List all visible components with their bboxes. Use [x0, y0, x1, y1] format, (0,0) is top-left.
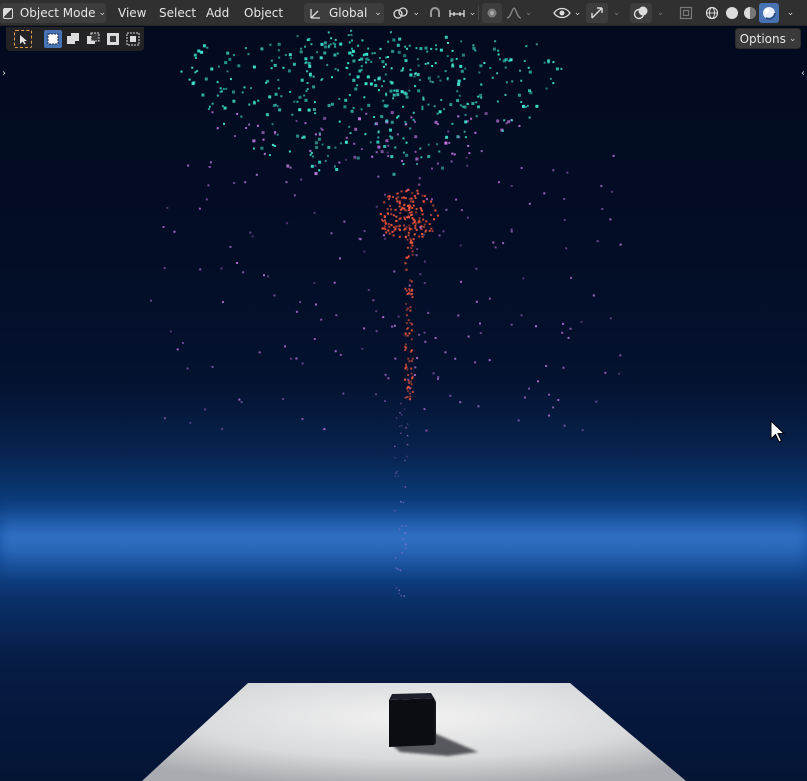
- chevron-down-icon: ⌄: [656, 8, 665, 18]
- xray-icon: [679, 6, 693, 20]
- pivot-point-button[interactable]: ⌄: [392, 3, 420, 23]
- visibility-eye-icon: [552, 7, 571, 19]
- chevron-down-icon: ⌄: [468, 8, 477, 18]
- wireframe-shading-button[interactable]: [702, 3, 722, 23]
- chevron-down-icon: ⌄: [786, 8, 795, 18]
- visibility-dropdown[interactable]: ⌄: [551, 3, 583, 23]
- gizmo-toggle[interactable]: [586, 3, 608, 23]
- launcher-cube: [389, 693, 436, 747]
- select-extend-icon: [67, 33, 79, 44]
- shading-dropdown[interactable]: ⌄: [781, 3, 797, 23]
- viewport-header: Object Mode ⌄ View Select Add Object Glo…: [0, 0, 807, 26]
- scene-render: [0, 29, 807, 781]
- select-mode-intersect-button[interactable]: [124, 30, 142, 48]
- orientation-label: Global: [329, 6, 368, 20]
- menu-view[interactable]: View: [112, 3, 152, 23]
- chevron-down-icon: ⌄: [573, 8, 582, 18]
- select-box-tool-button[interactable]: [14, 30, 32, 48]
- rendered-shading-button[interactable]: [759, 3, 779, 23]
- chevron-down-icon: ⌄: [98, 8, 106, 18]
- 3d-viewport-icon: [3, 7, 13, 19]
- options-label: Options: [739, 31, 786, 46]
- falloff-dropdown[interactable]: ⌄: [504, 3, 534, 23]
- solid-shading-button[interactable]: [722, 3, 742, 23]
- wireframe-shading-icon: [705, 6, 719, 20]
- overlays-icon: [633, 6, 648, 20]
- overlays-dropdown[interactable]: ⌄: [652, 3, 666, 23]
- 3d-viewport[interactable]: Object Mode ⌄ View Select Add Object Glo…: [0, 0, 807, 781]
- select-mode-subtract-button[interactable]: [84, 30, 102, 48]
- select-cursor-icon: [20, 35, 27, 45]
- mouse-pointer-icon: [770, 420, 786, 443]
- menu-add[interactable]: Add: [200, 3, 235, 23]
- gizmo-dropdown[interactable]: ⌄: [608, 3, 622, 23]
- proportional-editing-icon: [487, 8, 497, 18]
- select-new-icon: [47, 33, 59, 45]
- gizmo-icon: [591, 7, 603, 19]
- chevron-down-icon: ⌄: [788, 33, 797, 44]
- falloff-icon: [506, 7, 521, 19]
- overlays-toggle[interactable]: [630, 3, 652, 23]
- mode-label: Object Mode: [19, 6, 96, 20]
- menu-object[interactable]: Object: [238, 3, 289, 23]
- toolbar-expand-arrow-icon[interactable]: ›: [0, 66, 8, 80]
- material-shading-icon: [744, 7, 756, 19]
- proportional-editing-toggle[interactable]: [482, 3, 502, 23]
- transform-orientation-dropdown[interactable]: Global ⌄: [304, 3, 384, 23]
- snap-increment-button[interactable]: ⌄: [447, 3, 477, 23]
- horizon-glow: [0, 500, 807, 580]
- transform-orientation-icon: [310, 9, 320, 19]
- options-dropdown[interactable]: Options ⌄: [735, 28, 801, 49]
- solid-shading-icon: [726, 7, 738, 19]
- menu-select[interactable]: Select: [153, 3, 202, 23]
- snap-toggle[interactable]: [425, 3, 445, 23]
- chevron-down-icon: ⌄: [524, 8, 533, 18]
- pivot-point-icon: [393, 7, 408, 19]
- chevron-down-icon: ⌄: [412, 8, 420, 18]
- snap-icon: [430, 7, 440, 17]
- mode-selector[interactable]: Object Mode ⌄: [0, 3, 106, 23]
- select-subtract-icon: [87, 32, 100, 44]
- xray-toggle[interactable]: [676, 3, 696, 23]
- select-mode-new-button[interactable]: [44, 30, 62, 48]
- select-mode-difference-button[interactable]: [104, 30, 122, 48]
- chevron-down-icon: ⌄: [374, 8, 382, 18]
- select-mode-row: [6, 27, 144, 51]
- select-intersect-icon: [126, 32, 140, 46]
- select-mode-extend-button[interactable]: [64, 30, 82, 48]
- sidebar-expand-arrow-icon[interactable]: ‹: [799, 66, 807, 80]
- chevron-down-icon: ⌄: [612, 8, 621, 18]
- material-shading-button[interactable]: [740, 3, 760, 23]
- select-difference-icon: [107, 33, 119, 45]
- rendered-shading-icon: [763, 7, 776, 20]
- snap-increment-icon: [449, 10, 465, 17]
